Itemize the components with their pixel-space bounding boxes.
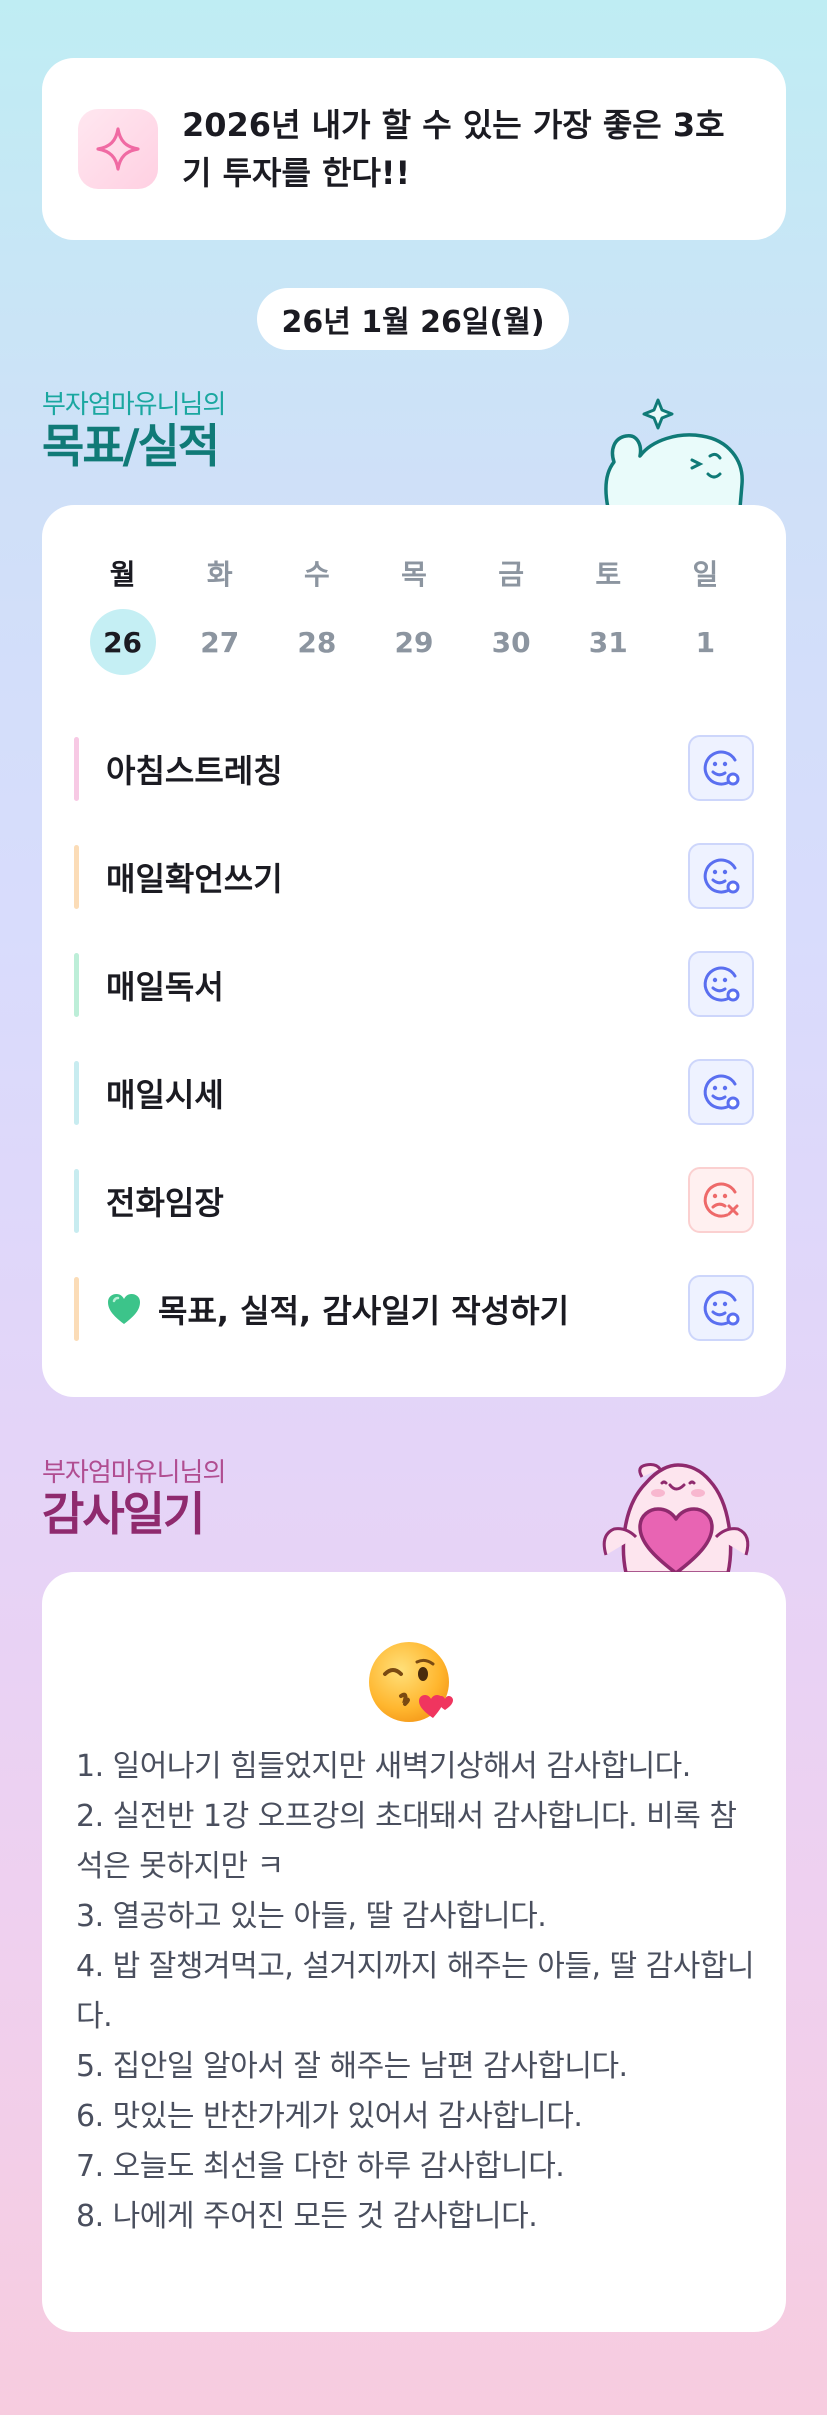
task-color-bar (74, 953, 79, 1017)
gratitude-journal-card: 1. 일어나기 힘들었지만 새벽기상해서 감사합니다. 2. 실전반 1강 오프… (42, 1572, 786, 2332)
task-label: 목표, 실적, 감사일기 작성하기 (158, 1292, 570, 1330)
gratitude-line: 5. 집안일 알아서 잘 해주는 남편 감사합니다. (76, 2049, 628, 2084)
goals-section-header: 부자엄마유니님의 목표/실적 (42, 390, 226, 473)
yearly-goal-text: 2026년 내가 할 수 있는 가장 좋은 3호기 투자를 한다!! (182, 106, 725, 192)
task-item: 아침스트레칭 (74, 715, 754, 823)
green-heart-icon (106, 1292, 142, 1326)
task-label: 매일시세 (106, 1076, 224, 1114)
sparkle-icon (78, 109, 158, 189)
day-button-29[interactable]: 29 (381, 609, 447, 675)
day-name-sat: 토 (595, 558, 622, 591)
day-button-28[interactable]: 28 (284, 609, 350, 675)
day-button-27[interactable]: 27 (187, 609, 253, 675)
thanks-subtitle: 부자엄마유니님의 (42, 1458, 226, 1488)
goals-subtitle: 부자엄마유니님의 (42, 390, 226, 420)
task-label: 아침스트레칭 (106, 752, 283, 790)
week-calendar: 월 화 수 목 금 토 일 26 27 28 29 30 31 1 (42, 555, 786, 675)
task-item: 매일시세 (74, 1039, 754, 1147)
task-color-bar (74, 1061, 79, 1125)
day-name-fri: 금 (498, 558, 525, 591)
gratitude-line: 6. 맛있는 반찬가게가 있어서 감사합니다. (76, 2099, 583, 2134)
thanks-title: 감사일기 (42, 1487, 205, 1541)
goals-card: 월 화 수 목 금 토 일 26 27 28 29 30 31 1 아침스트레칭 (42, 505, 786, 1397)
goals-title: 목표/실적 (42, 419, 220, 473)
task-color-bar (74, 1169, 79, 1233)
gratitude-line: 3. 열공하고 있는 아들, 딸 감사합니다. (76, 1899, 547, 1934)
waving-mascot-illustration (596, 380, 756, 512)
heart-mascot-illustration (596, 1445, 756, 1577)
gratitude-line: 8. 나에게 주어진 모든 것 감사합니다. (76, 2199, 538, 2234)
thanks-section-header: 부자엄마유니님의 감사일기 (42, 1458, 226, 1541)
smile-check-icon[interactable] (688, 843, 754, 909)
task-list: 아침스트레칭 매일확언쓰기 매일독서 매일시세 전화임장 목표, 실적, 감사일… (74, 715, 754, 1363)
sad-x-icon[interactable] (688, 1167, 754, 1233)
face-blowing-kiss-emoji (367, 1638, 457, 1732)
day-button-31[interactable]: 31 (575, 609, 641, 675)
task-color-bar (74, 1277, 79, 1341)
gratitude-line: 4. 밥 잘챙겨먹고, 설거지까지 해주는 아들, 딸 감사합니다. (76, 1949, 755, 2034)
task-label: 매일독서 (106, 968, 224, 1006)
smile-check-icon[interactable] (688, 1275, 754, 1341)
gratitude-line: 1. 일어나기 힘들었지만 새벽기상해서 감사합니다. (76, 1749, 691, 1784)
gratitude-list: 1. 일어나기 힘들었지만 새벽기상해서 감사합니다. 2. 실전반 1강 오프… (76, 1742, 762, 2242)
yearly-goal-card: 2026년 내가 할 수 있는 가장 좋은 3호기 투자를 한다!! (42, 58, 786, 240)
task-label-with-heart: 목표, 실적, 감사일기 작성하기 (106, 1286, 569, 1332)
gratitude-line: 7. 오늘도 최선을 다한 하루 감사합니다. (76, 2149, 565, 2184)
task-item: 매일확언쓰기 (74, 823, 754, 931)
task-color-bar (74, 845, 79, 909)
task-item: 매일독서 (74, 931, 754, 1039)
task-item: 목표, 실적, 감사일기 작성하기 (74, 1255, 754, 1363)
task-color-bar (74, 737, 79, 801)
date-label[interactable]: 26년 1월 26일(월) (257, 288, 569, 350)
task-label: 전화임장 (106, 1184, 224, 1222)
day-button-1[interactable]: 1 (672, 609, 738, 675)
task-label: 매일확언쓰기 (106, 860, 283, 898)
day-name-thu: 목 (401, 558, 427, 591)
smile-check-icon[interactable] (688, 735, 754, 801)
day-name-mon: 월 (109, 558, 136, 591)
task-item: 전화임장 (74, 1147, 754, 1255)
smile-check-icon[interactable] (688, 951, 754, 1017)
day-name-tue: 화 (206, 558, 233, 591)
day-button-30[interactable]: 30 (478, 609, 544, 675)
smile-check-icon[interactable] (688, 1059, 754, 1125)
day-button-26[interactable]: 26 (89, 609, 156, 675)
day-name-wed: 수 (303, 558, 330, 591)
day-name-sun: 일 (692, 558, 719, 591)
gratitude-line: 2. 실전반 1강 오프강의 초대돼서 감사합니다. 비록 참석은 못하지만 ㅋ (76, 1799, 737, 1884)
